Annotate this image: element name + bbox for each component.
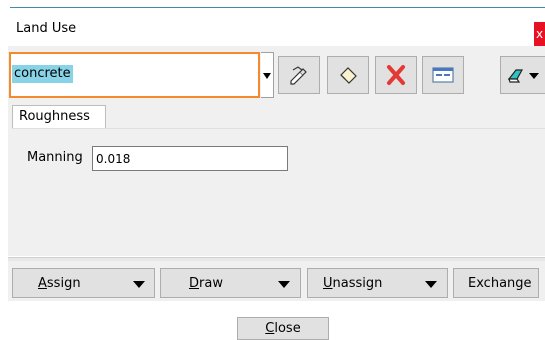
assign-label: Assign xyxy=(38,276,81,291)
exchange-button[interactable]: Exchange xyxy=(453,268,539,298)
unassign-label: Unassign xyxy=(323,276,383,291)
properties-button[interactable] xyxy=(422,56,464,94)
eraser-icon xyxy=(340,67,357,84)
chevron-down-icon xyxy=(133,281,145,288)
manning-input[interactable] xyxy=(92,146,288,171)
assign-button[interactable]: Assign xyxy=(12,268,155,298)
exchange-label: Exchange xyxy=(468,276,532,291)
window-top-border xyxy=(10,7,545,8)
delete-button[interactable] xyxy=(375,56,417,94)
window-close-button[interactable]: x xyxy=(534,22,545,47)
land-use-combo-value: concrete xyxy=(12,65,73,83)
manning-label: Manning xyxy=(27,150,83,165)
chevron-down-icon xyxy=(278,281,290,288)
unassign-button[interactable]: Unassign xyxy=(307,268,448,298)
edit-icon xyxy=(290,66,307,85)
draw-label: Draw xyxy=(189,276,223,291)
draw-tool-dropdown[interactable] xyxy=(500,56,545,94)
properties-icon xyxy=(432,67,454,83)
window-title: Land Use xyxy=(16,21,77,36)
tab-divider xyxy=(12,128,545,129)
delete-icon xyxy=(387,65,405,85)
erase-button[interactable] xyxy=(327,56,369,94)
draw-tool-icon xyxy=(507,69,539,83)
draw-button[interactable]: Draw xyxy=(160,268,301,298)
land-use-combo-dropdown[interactable] xyxy=(261,52,274,98)
close-button[interactable]: Close xyxy=(237,317,329,340)
tab-roughness[interactable]: Roughness xyxy=(12,105,106,129)
chevron-down-icon xyxy=(425,281,437,288)
edit-button[interactable] xyxy=(278,56,320,94)
